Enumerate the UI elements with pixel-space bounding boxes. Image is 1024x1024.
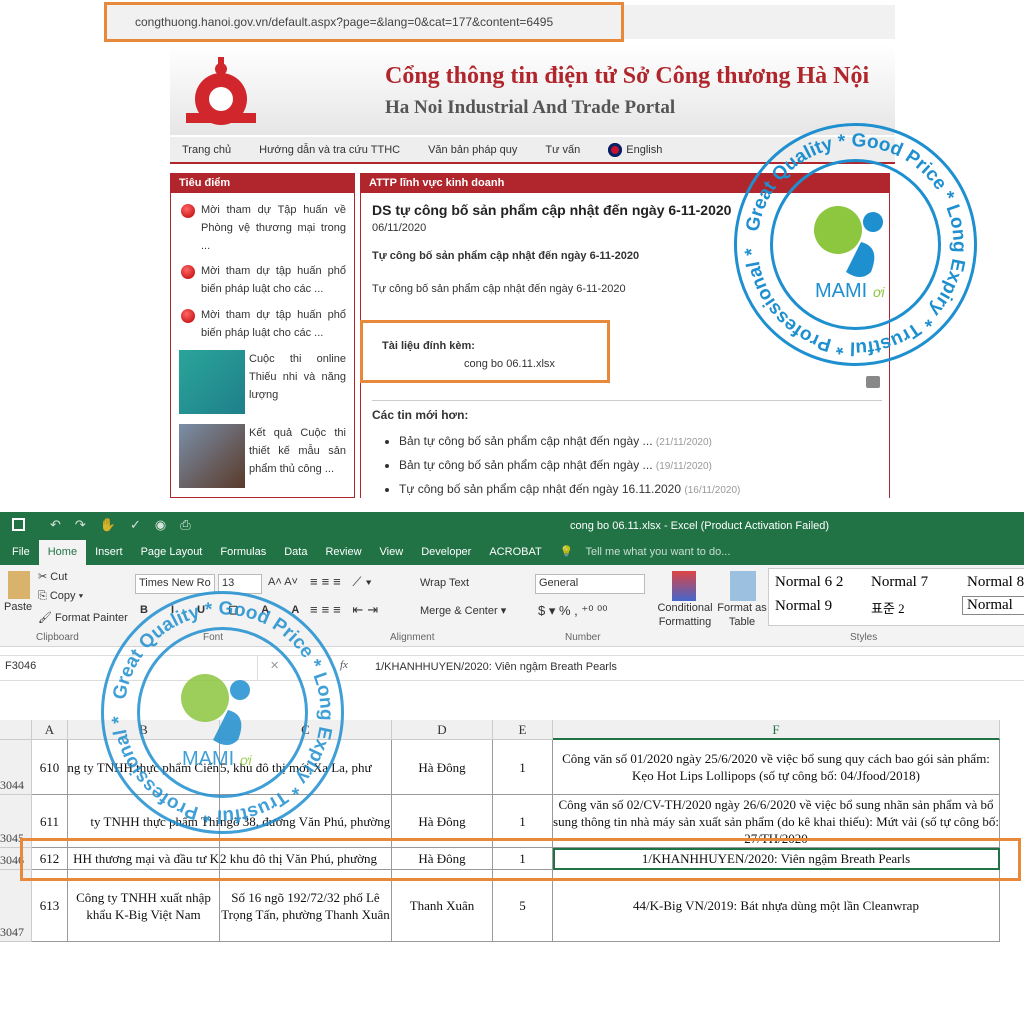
article-date: 06/11/2020: [372, 222, 427, 234]
print-icon[interactable]: [866, 376, 880, 388]
col-header-a[interactable]: A: [32, 720, 68, 740]
focus-panel: Tiêu điểm Mời tham dự Tập huấn về Phòng …: [170, 173, 355, 498]
crafts-thumbnail[interactable]: [179, 424, 245, 488]
newer-label: Các tin mới hơn:: [372, 408, 469, 422]
site-subtitle: Ha Noi Industrial And Trade Portal: [385, 97, 676, 118]
ribbon-tabs: File Home Insert Page Layout Formulas Da…: [0, 540, 1024, 565]
focus-item[interactable]: Mời tham dự tập huấn phổ biến pháp luật …: [201, 262, 346, 298]
nav-procedures[interactable]: Hướng dẫn và tra cứu TTHC: [259, 144, 400, 156]
wrap-text-button[interactable]: Wrap Text: [420, 577, 469, 589]
select-all[interactable]: [0, 720, 32, 740]
tab-home[interactable]: Home: [38, 540, 87, 565]
bullet-icon: [181, 204, 195, 218]
row-header[interactable]: 3044: [0, 740, 32, 795]
article-body: Tự công bố sản phẩm cập nhật đến ngày 6-…: [372, 283, 626, 295]
site-logo-icon: [186, 57, 256, 125]
excel-titlebar: ↶↷✋✓◉⎙ cong bo 06.11.xlsx - Excel (Produ…: [0, 512, 1024, 540]
bullet-icon: [181, 265, 195, 279]
format-as-table-button[interactable]: Format as Table: [716, 601, 768, 629]
format-as-table-icon[interactable]: [730, 571, 756, 601]
site-title: Cổng thông tin điện tử Sở Công thương Hà…: [385, 63, 870, 89]
nav-consult[interactable]: Tư vấn: [545, 144, 580, 156]
style-normal-6-2[interactable]: Normal 6 2: [775, 574, 843, 591]
tab-acrobat[interactable]: ACROBAT: [480, 540, 550, 565]
nav-legal-docs[interactable]: Văn bản pháp quy: [428, 144, 517, 156]
focus-item[interactable]: Kết quả Cuộc thi thiết kế mẫu sản phẩm t…: [249, 424, 346, 478]
mami-stamp-icon: Great Quality * Good Price * Long Expiry…: [100, 590, 344, 834]
article-title: DS tự công bố sản phẩm cập nhật đến ngày…: [372, 202, 732, 218]
svg-text:MAMI: MAMI: [815, 280, 867, 302]
mami-stamp-icon: Great Quality * Good Price * Long Expiry…: [733, 122, 977, 366]
paste-button[interactable]: Paste: [4, 601, 32, 613]
tab-insert[interactable]: Insert: [86, 540, 132, 565]
tab-page-layout[interactable]: Page Layout: [132, 540, 212, 565]
group-number: Number: [565, 632, 601, 643]
cut-button[interactable]: ✂ Cut: [38, 570, 67, 583]
style-normal-7[interactable]: Normal 7: [871, 574, 928, 591]
group-styles: Styles: [850, 632, 878, 643]
focus-item[interactable]: Mời tham dự tập huấn phổ biến pháp luật …: [201, 306, 346, 342]
number-format-icons[interactable]: $ ▾ % , ⁺⁰ ⁰⁰: [538, 603, 607, 619]
formula-input[interactable]: 1/KHANHHUYEN/2020: Viên ngậm Breath Pear…: [375, 661, 617, 673]
tab-view[interactable]: View: [371, 540, 413, 565]
table-cell-f[interactable]: Công văn số 01/2020 ngày 25/6/2020 về vi…: [553, 740, 1000, 795]
newer-item[interactable]: Tự công bố sản phẩm cập nhật đến ngày 16…: [399, 478, 740, 502]
quick-access-icons[interactable]: ↶↷✋✓◉⎙: [50, 517, 205, 533]
col-header-e[interactable]: E: [493, 720, 553, 740]
conditional-formatting-button[interactable]: Conditional Formatting: [655, 601, 715, 629]
table-cell-d[interactable]: Hà Đông: [392, 740, 493, 795]
style-korean-2[interactable]: 표준 2: [871, 598, 905, 617]
tell-me-input[interactable]: 💡 Tell me what you want to do...: [551, 540, 749, 565]
highlight-url: [104, 2, 624, 42]
paste-icon[interactable]: [8, 571, 30, 599]
nav-english[interactable]: English: [608, 142, 662, 157]
focus-item[interactable]: Mời tham dự Tập huấn về Phòng vệ thương …: [201, 201, 346, 255]
tab-review[interactable]: Review: [316, 540, 370, 565]
conditional-formatting-icon[interactable]: [672, 571, 696, 601]
tab-file[interactable]: File: [0, 540, 39, 565]
newer-item[interactable]: Bản tự công bố sản phẩm cập nhật đến ngà…: [399, 454, 740, 478]
article-lead: Tự công bố sản phẩm cập nhật đến ngày 6-…: [372, 250, 640, 262]
focus-item[interactable]: Cuộc thi online Thiếu nhi và năng lượng: [249, 350, 346, 404]
highlight-row: [20, 838, 1021, 881]
copy-button[interactable]: ⎘ Copy ▾: [38, 590, 83, 603]
contest-thumbnail[interactable]: [179, 350, 245, 414]
table-cell-e[interactable]: 1: [493, 740, 553, 795]
merge-center-button[interactable]: Merge & Center ▾: [420, 604, 506, 617]
align-top-icons[interactable]: ≡≡≡ ⟋▾: [310, 574, 376, 590]
font-grow-shrink-icons[interactable]: A˄ A˅: [268, 576, 298, 588]
style-normal-9[interactable]: Normal 9: [775, 598, 832, 615]
tab-developer[interactable]: Developer: [412, 540, 480, 565]
svg-text:ơi: ơi: [240, 752, 252, 768]
style-normal[interactable]: Normal: [962, 596, 1024, 615]
bullet-icon: [181, 309, 195, 323]
group-clipboard: Clipboard: [36, 632, 79, 643]
svg-text:MAMI: MAMI: [182, 748, 234, 770]
group-alignment: Alignment: [390, 632, 435, 643]
nav-home[interactable]: Trang chủ: [182, 144, 231, 156]
uk-flag-icon: [608, 142, 623, 157]
col-header-d[interactable]: D: [392, 720, 493, 740]
tab-formulas[interactable]: Formulas: [211, 540, 275, 565]
style-normal-8[interactable]: Normal 8: [967, 574, 1024, 591]
tab-data[interactable]: Data: [275, 540, 316, 565]
col-header-f[interactable]: F: [553, 720, 1000, 740]
save-icon[interactable]: [12, 518, 25, 531]
table-cell-a[interactable]: 610: [32, 740, 68, 795]
svg-text:ơi: ơi: [873, 284, 885, 300]
highlight-attachment: [360, 320, 610, 383]
focus-panel-title: Tiêu điểm: [171, 174, 354, 193]
number-format-select[interactable]: General: [535, 574, 645, 594]
window-title: cong bo 06.11.xlsx - Excel (Product Acti…: [570, 520, 830, 532]
newer-list: Bản tự công bố sản phẩm cập nhật đến ngà…: [361, 430, 740, 502]
newer-item[interactable]: Bản tự công bố sản phẩm cập nhật đến ngà…: [399, 430, 740, 454]
